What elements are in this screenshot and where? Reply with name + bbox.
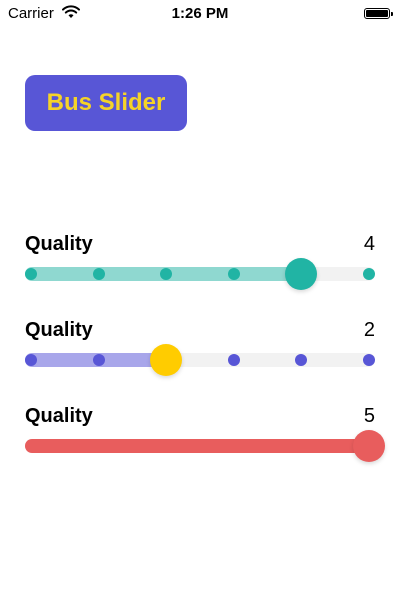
slider-thumb[interactable] (285, 258, 318, 290)
slider-step-dot (363, 354, 375, 366)
quality-slider[interactable] (25, 344, 375, 376)
quality-value: 5 (363, 405, 375, 427)
clock-time: 1:26 PM (171, 5, 229, 22)
quality-label: Quality (25, 319, 93, 341)
quality-value: 2 (363, 319, 375, 341)
quality-slider-row: Quality 2 (25, 319, 375, 379)
slider-step-dot (227, 354, 240, 366)
slider-step-dot (92, 354, 105, 366)
status-bar: Carrier 1:26 PM (0, 0, 400, 28)
slider-step-dot (25, 268, 37, 280)
slider-step-dot (25, 354, 37, 366)
slider-fill (25, 439, 376, 453)
slider-step-dot (363, 268, 375, 280)
battery-icon (364, 8, 393, 19)
slider-step-dot (227, 268, 240, 280)
quality-label: Quality (25, 405, 93, 427)
slider-step-dot (92, 268, 105, 280)
quality-label: Quality (25, 233, 93, 255)
quality-slider[interactable] (25, 430, 385, 462)
bus-slider-button[interactable]: Bus Slider (25, 75, 187, 131)
slider-thumb[interactable] (150, 344, 183, 376)
quality-slider-row: Quality 4 (25, 233, 375, 293)
quality-slider-row: Quality 5 (25, 405, 385, 465)
quality-slider[interactable] (25, 258, 375, 290)
slider-thumb[interactable] (353, 430, 385, 462)
quality-value: 4 (363, 233, 375, 255)
